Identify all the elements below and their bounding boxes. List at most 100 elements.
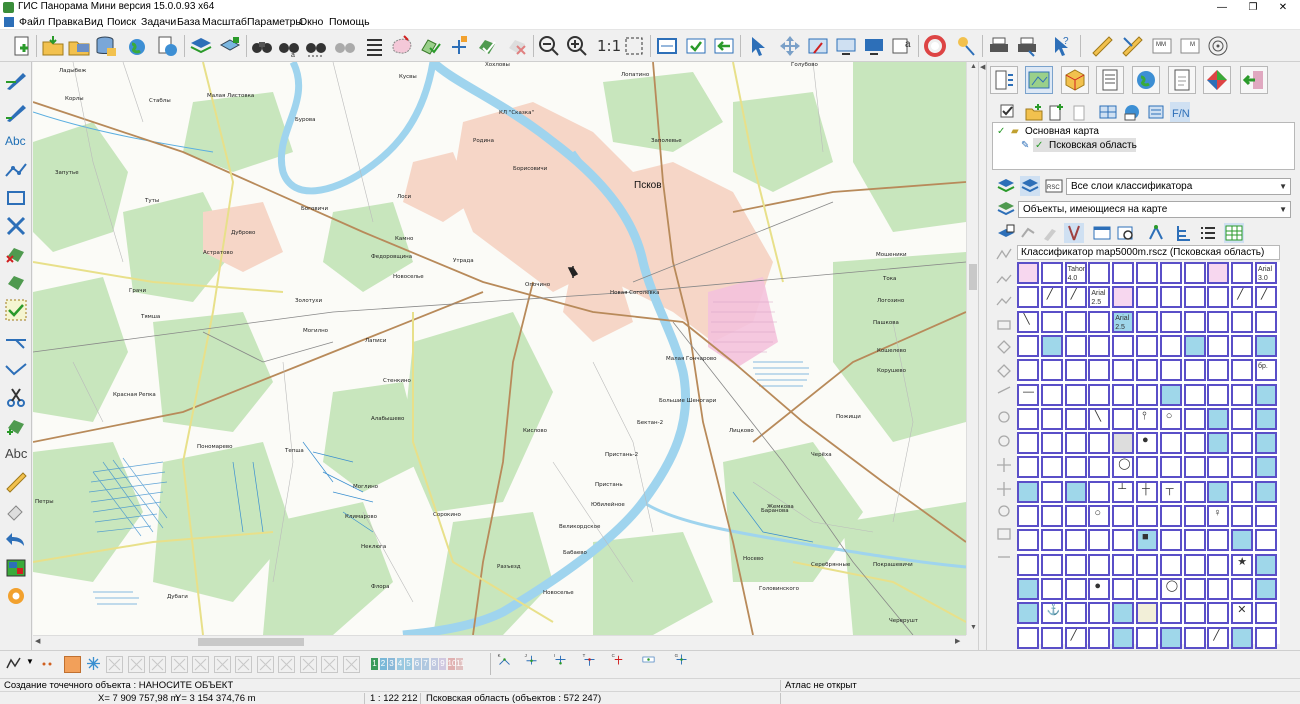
classifier-cell[interactable] [1040, 505, 1063, 527]
back-arrow-icon[interactable] [712, 34, 736, 58]
classifier-cell[interactable] [1088, 262, 1111, 284]
classifier-cell[interactable] [1088, 432, 1111, 455]
menu-window[interactable]: Окно [299, 16, 323, 28]
dotted-line-icon[interactable] [40, 656, 57, 673]
tab-exit-icon[interactable] [1240, 66, 1268, 94]
layers-select[interactable]: Все слои классификатора ▼ [1066, 178, 1291, 195]
classifier-cell[interactable]: Arial 2.5 [1112, 310, 1135, 333]
classifier-cell[interactable] [1017, 505, 1039, 527]
classifier-cell[interactable] [1112, 334, 1135, 357]
search-window-icon[interactable] [1116, 223, 1136, 243]
pencil-edit-icon[interactable] [4, 100, 28, 124]
empty-style-icon[interactable] [106, 656, 123, 673]
classifier-cell[interactable] [1255, 577, 1277, 600]
snap-line-icon[interactable] [641, 652, 665, 676]
classifier-cell[interactable] [1040, 553, 1063, 576]
classifier-cell[interactable] [1017, 286, 1039, 309]
layers-icon[interactable] [189, 34, 213, 58]
classifier-cell[interactable] [1255, 480, 1277, 503]
tab-3d-icon[interactable] [1061, 66, 1089, 94]
classifier-cell[interactable] [1017, 626, 1039, 649]
classifier-cell[interactable] [1064, 553, 1087, 576]
classifier-cell[interactable] [1112, 286, 1135, 309]
classifier-cell[interactable] [1231, 456, 1254, 479]
classifier-cell[interactable]: ┼ [1136, 480, 1158, 503]
classifier-cell[interactable] [1088, 602, 1111, 625]
new-map-icon[interactable] [10, 34, 34, 58]
classifier-cell[interactable] [1112, 432, 1135, 455]
check-icon[interactable]: ✓ [1035, 140, 1043, 151]
menu-view[interactable]: Вид [84, 16, 103, 28]
pencil-line-icon[interactable] [4, 68, 28, 92]
classifier-cell[interactable] [1207, 602, 1230, 625]
layer-number-toggle[interactable]: 4 [396, 658, 404, 670]
layer-number-toggle[interactable]: 2 [379, 658, 387, 670]
line-type-icon[interactable] [6, 656, 23, 673]
eraser-icon[interactable] [4, 498, 28, 522]
map-horizontal-scrollbar[interactable]: ◀ ▶ [33, 635, 966, 647]
tree-view-icon[interactable] [1174, 223, 1194, 243]
menu-help[interactable]: Помощь [329, 16, 370, 28]
classifier-cell[interactable] [1231, 505, 1254, 527]
vertical-scroll-thumb[interactable] [969, 264, 977, 290]
classifier-cell[interactable] [1231, 383, 1254, 406]
fn-filter-icon[interactable]: F/N [1170, 102, 1190, 122]
pin-tool-icon[interactable] [954, 34, 978, 58]
classifier-cell[interactable] [1159, 334, 1182, 357]
classifier-cell[interactable] [1231, 626, 1254, 649]
classifier-cell[interactable] [1064, 456, 1087, 479]
classifier-cell[interactable] [1136, 505, 1158, 527]
layer-number-toggle[interactable]: 11 [456, 658, 464, 670]
fill-color-icon[interactable] [64, 656, 81, 673]
classifier-cell[interactable] [1088, 553, 1111, 576]
empty-style-icon[interactable] [170, 656, 188, 673]
empty-style-icon[interactable] [235, 656, 252, 673]
classifier-cell[interactable] [1112, 383, 1135, 406]
classifier-cell[interactable] [1017, 529, 1039, 552]
classifier-cell[interactable] [1112, 577, 1135, 600]
classifier-cell[interactable]: ● [1088, 577, 1111, 600]
database-icon[interactable] [93, 34, 117, 58]
rsc-icon[interactable]: RSC [1044, 176, 1064, 196]
classifier-cell[interactable] [1040, 626, 1063, 649]
classifier-cell[interactable] [1207, 529, 1230, 552]
snap-g-icon[interactable]: G [674, 652, 698, 676]
menu-parameters[interactable]: Параметры [247, 16, 303, 28]
classifier-cell[interactable] [1159, 286, 1182, 309]
classifier-cell[interactable] [1183, 480, 1206, 503]
find-next-icon[interactable]: a [277, 34, 301, 59]
window-tool-icon[interactable] [1092, 223, 1112, 243]
classifier-cell[interactable]: ★ [1231, 553, 1254, 576]
classifier-cell[interactable]: ◯ [1112, 456, 1135, 479]
classifier-cell[interactable] [1040, 310, 1063, 333]
classifier-cell[interactable] [1255, 456, 1277, 479]
add-folder-icon[interactable] [1024, 102, 1044, 122]
tab-map-icon[interactable] [1025, 66, 1053, 94]
classifier-cell[interactable]: ╲ [1088, 407, 1111, 430]
classifier-cell[interactable] [1136, 310, 1158, 333]
classifier-cell[interactable] [1112, 626, 1135, 649]
classifier-cell[interactable]: ┬ [1159, 480, 1182, 503]
tab-palette-icon[interactable] [1203, 66, 1231, 94]
classifier-cell[interactable] [1088, 529, 1111, 552]
empty-style-icon[interactable] [213, 656, 231, 673]
classifier-cell[interactable] [1040, 456, 1063, 479]
classifier-cell[interactable] [1183, 262, 1206, 284]
classifier-cell[interactable] [1112, 359, 1135, 382]
classifier-cell[interactable] [1207, 262, 1230, 284]
classifier-cell[interactable] [1183, 529, 1206, 552]
close-button[interactable]: ✕ [1268, 0, 1298, 15]
settings-gear-icon[interactable] [4, 584, 28, 608]
classifier-cell[interactable] [1255, 529, 1277, 552]
classifier-cell[interactable] [1136, 286, 1158, 309]
classifier-cell[interactable]: Tahoma 4.0 [1064, 262, 1087, 284]
empty-style-icon[interactable] [278, 656, 295, 673]
select-tool-icon[interactable] [1018, 223, 1038, 243]
split-line-icon[interactable] [4, 328, 28, 352]
map-canvas[interactable]: Псков Ладыбеж Корлы Стаблы Малая Листовк… [33, 62, 966, 635]
empty-style-icon[interactable] [321, 656, 338, 673]
tab-document-icon[interactable] [1168, 66, 1196, 94]
snowflake-icon[interactable] [86, 656, 103, 673]
classifier-cell[interactable] [1064, 577, 1087, 600]
menu-search[interactable]: Поиск [107, 16, 136, 28]
